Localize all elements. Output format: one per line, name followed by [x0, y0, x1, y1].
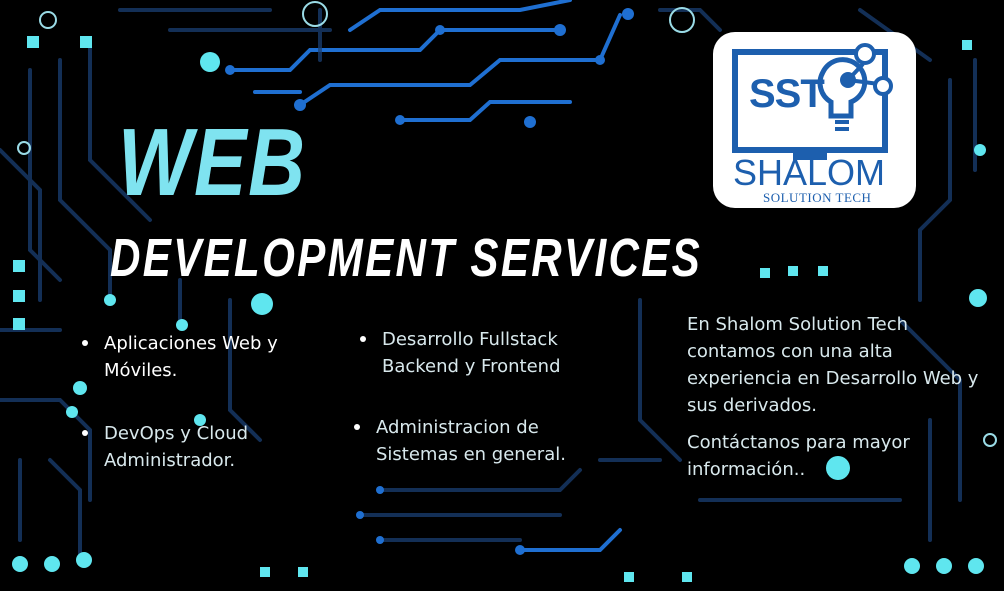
logo-name: SHALOM	[733, 152, 886, 193]
service-item: Aplicaciones Web y Móviles.	[82, 330, 324, 384]
company-logo: SST SHALOM SOLUTION TECH	[713, 32, 916, 208]
logo-subtitle: SOLUTION TECH	[763, 190, 872, 205]
service-item: Desarrollo Fullstack Backend y Frontend	[360, 326, 602, 380]
bullet	[354, 424, 360, 430]
service-label: DevOps y Cloud Administrador.	[104, 423, 249, 471]
title-web: WEB	[118, 109, 307, 216]
service-label: Aplicaciones Web y Móviles.	[104, 333, 278, 381]
service-label: Desarrollo Fullstack Backend y Frontend	[382, 329, 561, 377]
contact-paragraph: Contáctanos para mayor información..	[687, 432, 910, 480]
title-development-services: DEVELOPMENT SERVICES	[110, 228, 703, 288]
service-label: Administracion de Sistemas en general.	[376, 417, 566, 465]
logo-abbr: SST	[749, 72, 825, 116]
bullet	[82, 340, 88, 346]
bullet	[360, 336, 366, 342]
info-paragraph: En Shalom Solution Tech contamos con una…	[687, 314, 979, 416]
bullet	[82, 430, 88, 436]
service-item: Administracion de Sistemas en general.	[354, 414, 596, 468]
service-item: DevOps y Cloud Administrador.	[82, 420, 304, 474]
